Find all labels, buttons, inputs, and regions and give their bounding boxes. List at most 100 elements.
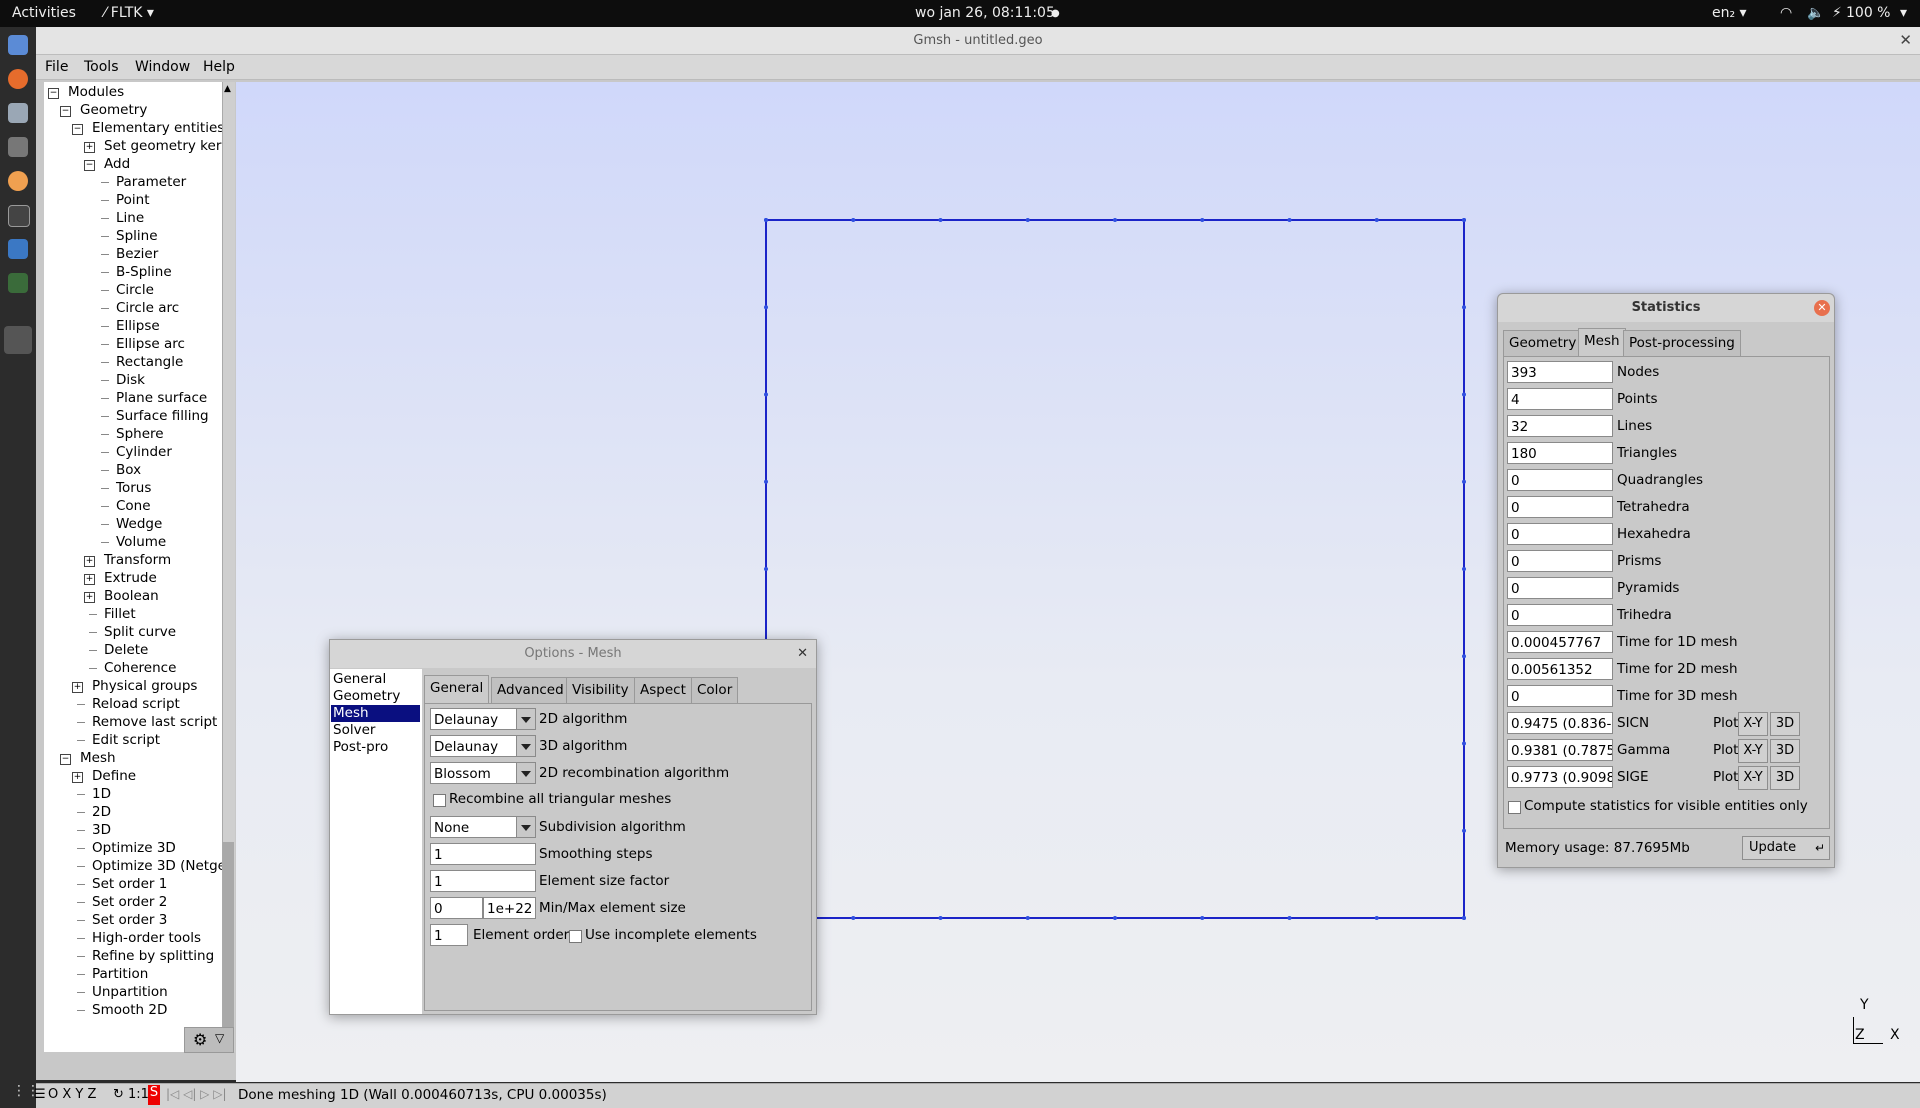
category-solver[interactable]: Solver (333, 722, 375, 738)
plot-3d-button[interactable]: 3D (1770, 766, 1800, 790)
tree-connector (101, 344, 109, 345)
tree-connector (77, 920, 85, 921)
expand-icon[interactable]: + (72, 772, 83, 783)
view-axis-buttons[interactable]: O X Y Z (48, 1087, 96, 1102)
collapse-icon[interactable]: − (72, 124, 83, 135)
tree-item-label: Plane surface (116, 390, 208, 406)
plot-xy-button[interactable]: X-Y (1738, 766, 1768, 790)
category-geometry[interactable]: Geometry (333, 688, 400, 704)
alg2d-select[interactable]: Delaunay (430, 708, 536, 730)
max-element-size-input[interactable]: 1e+22 (483, 897, 536, 919)
tools-icon[interactable] (8, 137, 28, 157)
category-general[interactable]: General (333, 671, 386, 687)
menu-window[interactable]: Window (135, 59, 190, 75)
tree-item-label: Set order 3 (92, 912, 168, 928)
files-icon[interactable] (8, 35, 28, 55)
menu-toggle-icon[interactable]: ☰ (34, 1087, 46, 1102)
rotate-icon[interactable]: ↻ (113, 1087, 124, 1102)
expand-icon[interactable]: + (84, 556, 95, 567)
scroll-up-icon[interactable]: ▲ (224, 84, 231, 94)
stat-value: 0 (1507, 685, 1613, 707)
options-close-icon[interactable]: ✕ (797, 646, 808, 661)
min-element-size-input[interactable]: 0 (430, 897, 483, 919)
battery-level: 100 % (1846, 5, 1891, 21)
statistics-close-icon[interactable]: ✕ (1814, 300, 1830, 316)
stats-tab-geometry[interactable]: Geometry (1503, 330, 1583, 356)
tree-item-label: Define (92, 768, 137, 784)
paint-icon[interactable] (8, 171, 28, 191)
stats-tab-postprocessing[interactable]: Post-processing (1623, 330, 1741, 356)
tree-item-label: Split curve (104, 624, 177, 640)
statistics-dialog-title[interactable]: Statistics (1498, 294, 1834, 322)
wifi-icon[interactable]: ◠ (1780, 5, 1792, 21)
category-mesh[interactable]: Mesh (333, 705, 369, 721)
language-indicator[interactable]: en₂ ▾ (1712, 5, 1747, 21)
close-icon[interactable]: ✕ (1899, 31, 1912, 49)
tree-connector (101, 290, 109, 291)
recombine-all-checkbox[interactable] (433, 794, 446, 807)
options-dialog-title[interactable]: Options - Mesh (330, 640, 816, 668)
tab-advanced[interactable]: Advanced (491, 677, 570, 703)
tree-settings-button[interactable]: ⚙ ▽ (184, 1027, 234, 1053)
smoothing-steps-input[interactable]: 1 (430, 843, 536, 865)
volume-icon[interactable]: 🔈 (1807, 5, 1824, 21)
clock[interactable]: wo jan 26, 08:11:05 (915, 5, 1055, 21)
scrollbar-thumb[interactable] (223, 842, 234, 1042)
scale-button[interactable]: 1:1 (128, 1087, 149, 1102)
element-order-input[interactable]: 1 (430, 924, 468, 946)
update-button[interactable]: Update ↵ (1742, 836, 1830, 860)
menu-help[interactable]: Help (203, 59, 235, 75)
firefox-icon[interactable] (8, 69, 28, 89)
category-postpro[interactable]: Post-pro (333, 739, 388, 755)
tab-color[interactable]: Color (691, 677, 739, 703)
expand-icon[interactable]: + (72, 682, 83, 693)
window-titlebar[interactable]: Gmsh - untitled.geo ✕ (36, 27, 1920, 55)
system-monitor-icon[interactable] (8, 273, 28, 293)
playback-controls-icon[interactable]: |◁ ◁| ▷ ▷| (166, 1087, 227, 1101)
tab-general[interactable]: General (424, 675, 490, 703)
subdivision-select[interactable]: None (430, 816, 536, 838)
record-marker[interactable]: S (148, 1085, 160, 1105)
tree-connector (77, 722, 85, 723)
menu-file[interactable]: File (45, 59, 68, 75)
alg3d-select[interactable]: Delaunay (430, 735, 536, 757)
stats-tab-mesh[interactable]: Mesh (1578, 328, 1626, 356)
terminal-icon[interactable] (8, 205, 30, 227)
gmsh-icon[interactable] (4, 326, 32, 354)
app-menu[interactable]: ⁄ FLTK ▾ (104, 5, 154, 21)
disks-icon[interactable] (8, 103, 28, 123)
system-menu-chevron-icon[interactable]: ▾ (1900, 5, 1907, 21)
tree-scrollbar[interactable]: ▲ ▼ (222, 82, 235, 1052)
element-size-factor-input[interactable]: 1 (430, 870, 536, 892)
plot-3d-button[interactable]: 3D (1770, 712, 1800, 736)
incomplete-elements-checkbox[interactable] (569, 930, 582, 943)
collapse-icon[interactable]: − (48, 88, 59, 99)
collapse-icon[interactable]: − (84, 160, 95, 171)
mesh-node (1462, 828, 1466, 833)
plot-xy-button[interactable]: X-Y (1738, 739, 1768, 763)
recomb-select[interactable]: Blossom (430, 762, 536, 784)
tree-item-label: Transform (104, 552, 172, 568)
tree-item-label: Remove last script (92, 714, 218, 730)
plot-xy-button[interactable]: X-Y (1738, 712, 1768, 736)
battery-icon[interactable]: ⚡ (1832, 5, 1842, 21)
expand-icon[interactable]: + (84, 142, 95, 153)
incomplete-elements-label: Use incomplete elements (585, 927, 757, 943)
expand-icon[interactable]: + (84, 592, 95, 603)
compute-visible-checkbox[interactable] (1508, 801, 1521, 814)
collapse-icon[interactable]: − (60, 754, 71, 765)
menu-tools[interactable]: Tools (84, 59, 119, 75)
activities-button[interactable]: Activities (12, 5, 76, 21)
editor-icon[interactable] (8, 239, 28, 259)
collapse-icon[interactable]: − (60, 106, 71, 117)
tree-item-label: Elementary entities (92, 120, 222, 136)
options-category-list: General Geometry Mesh Solver Post-pro (330, 669, 422, 1014)
tab-aspect[interactable]: Aspect (634, 677, 692, 703)
plot-3d-button[interactable]: 3D (1770, 739, 1800, 763)
expand-icon[interactable]: + (84, 574, 95, 585)
mesh-node (1200, 218, 1205, 222)
smoothing-steps-label: Smoothing steps (539, 846, 653, 862)
mesh-node (1374, 218, 1379, 222)
tab-visibility[interactable]: Visibility (566, 677, 635, 703)
module-tree[interactable]: − Modules − Geometry − Elementary entities + Se… (44, 82, 222, 1052)
